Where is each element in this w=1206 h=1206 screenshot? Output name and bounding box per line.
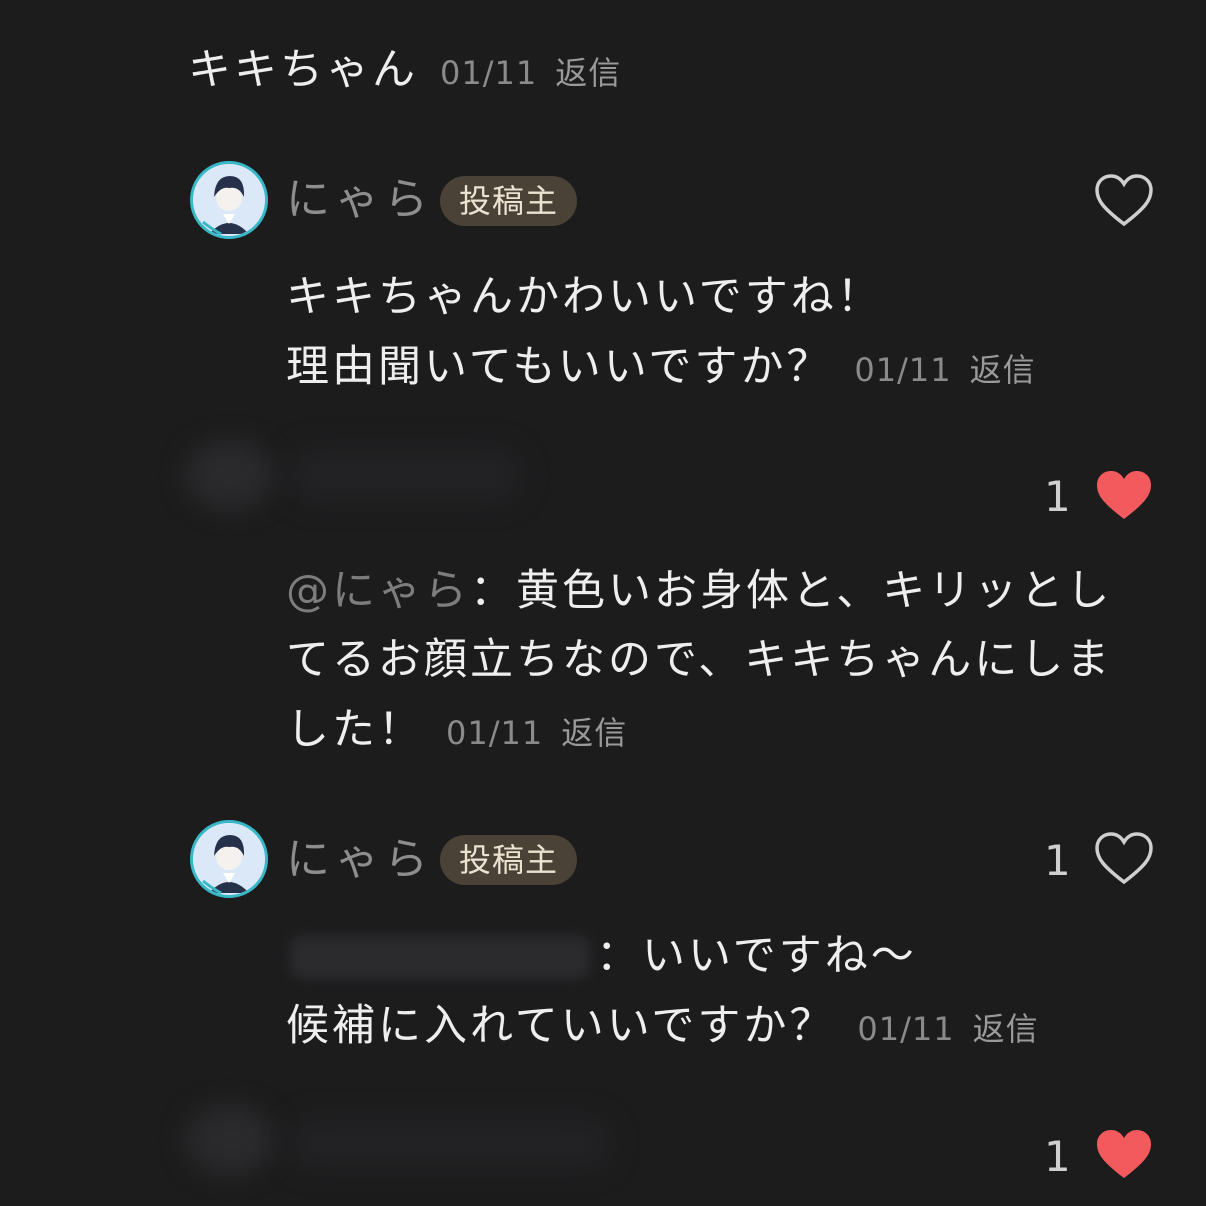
- heart-outline-icon: [1095, 174, 1153, 227]
- like-button[interactable]: [1093, 1126, 1155, 1186]
- comment-text-line1: ：いいですね〜: [596, 931, 917, 981]
- like-count: 1: [1044, 836, 1071, 885]
- author-badge: 投稿主: [440, 835, 578, 885]
- like-button[interactable]: [1093, 172, 1155, 232]
- heart-filled-icon: [1097, 1130, 1151, 1178]
- redacted-mention: [290, 935, 590, 979]
- blurred-avatar: [185, 1105, 275, 1175]
- reply-button[interactable]: 返信: [973, 1004, 1039, 1050]
- like-button[interactable]: [1093, 830, 1155, 890]
- reply-button[interactable]: 返信: [970, 345, 1036, 391]
- reply2-body: @にゃら：黄色いお身体と、キリッとし てるお顔立ちなので、キキちゃんにしま した…: [286, 570, 1112, 754]
- comment-date: 01/11: [857, 1010, 955, 1048]
- mention[interactable]: @にゃら: [286, 566, 470, 616]
- comment-thread: キキちゃん 01/11 返信 にゃら 投稿主 キキちゃんかわいいですね！ 理由聞…: [0, 0, 1206, 1206]
- comment-date: 01/11: [446, 714, 544, 752]
- avatar[interactable]: [190, 820, 268, 898]
- avatar[interactable]: [190, 161, 268, 239]
- comment-text-line2: てるお顔立ちなので、キキちゃんにしま: [286, 635, 1113, 685]
- avatar-illustration: [193, 823, 265, 895]
- reply-button[interactable]: 返信: [555, 48, 621, 94]
- author-badge: 投稿主: [440, 176, 578, 226]
- username[interactable]: にゃら: [286, 834, 433, 885]
- reply3-line2: 候補に入れていいですか？ 01/11 返信: [286, 1004, 1039, 1050]
- reply1-header: にゃら: [286, 178, 433, 222]
- reply3-line1: ：いいですね〜: [596, 935, 917, 978]
- like-count: 1: [1044, 1132, 1071, 1181]
- reply3-header: にゃら: [286, 838, 433, 882]
- username[interactable]: にゃら: [286, 174, 433, 225]
- comment-date: 01/11: [440, 54, 538, 92]
- comment-text: キキちゃん: [188, 45, 418, 95]
- blurred-username: [290, 1120, 610, 1166]
- comment-text-line3: した！: [286, 705, 424, 755]
- like-count: 1: [1044, 472, 1071, 521]
- comment-text-line2: 候補に入れていいですか？: [286, 1001, 836, 1051]
- top-comment: キキちゃん 01/11 返信: [188, 48, 621, 94]
- comment-text-line2: 理由聞いてもいいですか？: [286, 342, 833, 392]
- heart-filled-icon: [1097, 471, 1151, 519]
- comment-date: 01/11: [854, 351, 952, 389]
- reply1-body: キキちゃんかわいいですね！ 理由聞いてもいいですか？ 01/11 返信: [286, 276, 1036, 391]
- avatar-illustration: [193, 164, 265, 236]
- heart-outline-icon: [1095, 832, 1153, 885]
- comment-text-line1: キキちゃんかわいいですね！: [286, 272, 883, 322]
- blurred-avatar: [185, 440, 275, 510]
- like-button[interactable]: [1093, 467, 1155, 527]
- reply-button[interactable]: 返信: [561, 708, 627, 754]
- blurred-username: [290, 450, 520, 500]
- comment-text-line1: ：黄色いお身体と、キリッとし: [470, 566, 1113, 616]
